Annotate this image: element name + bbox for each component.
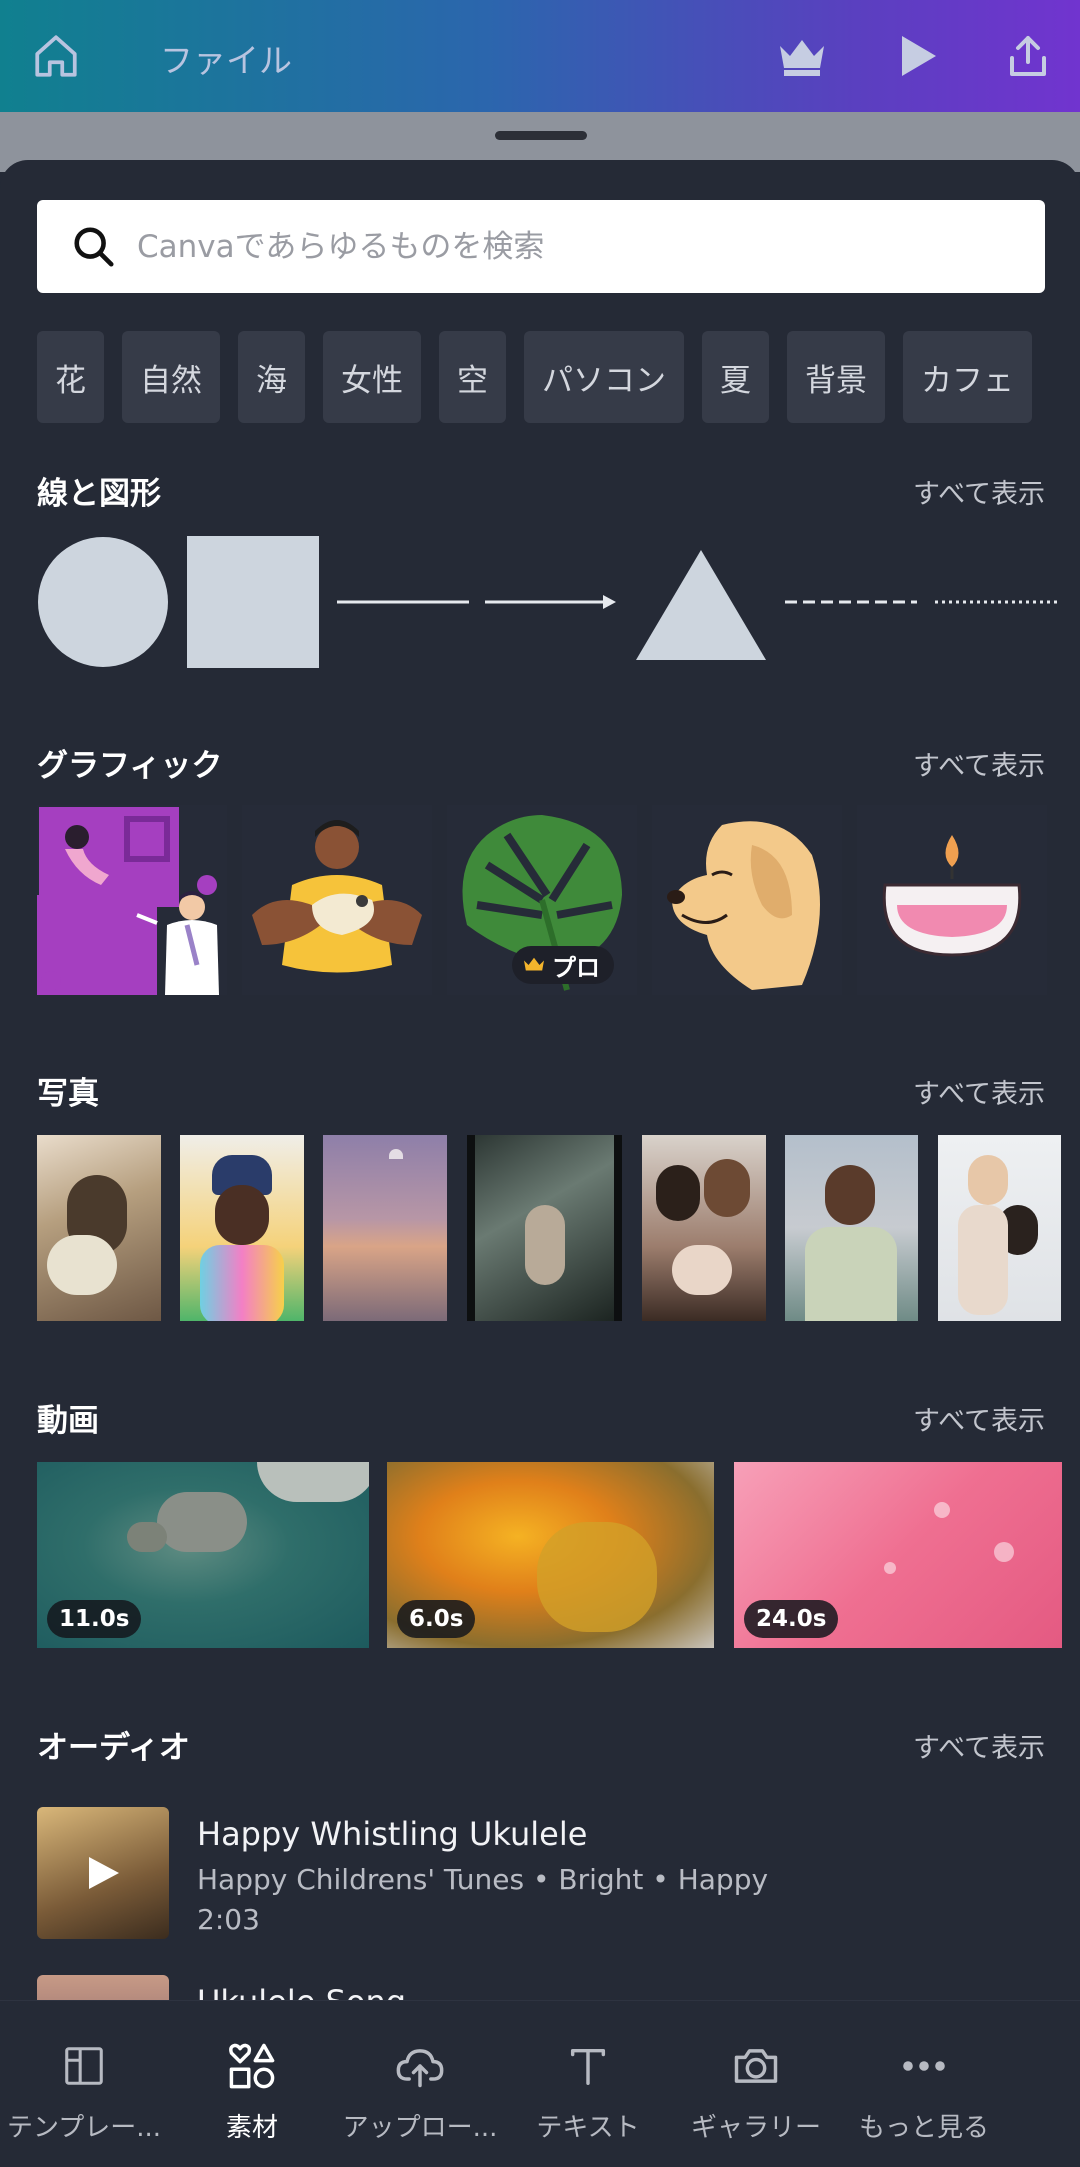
search-input[interactable] xyxy=(137,200,1017,293)
suggestion-chips: 花 自然 海 女性 空 パソコン 夏 背景 カフェ xyxy=(37,331,1032,423)
chip-background[interactable]: 背景 xyxy=(787,331,885,423)
section-title-videos: 動画 xyxy=(37,1403,99,1439)
top-bar: ファイル xyxy=(0,0,1080,112)
photo-mothers-baby[interactable] xyxy=(642,1135,766,1321)
elements-panel: 花 自然 海 女性 空 パソコン 夏 背景 カフェ 線と図形 すべて表示 グラフ… xyxy=(0,160,1080,2020)
nav-uploads[interactable]: アップロー... xyxy=(336,2001,504,2167)
chip-summer[interactable]: 夏 xyxy=(702,331,769,423)
crown-icon[interactable] xyxy=(774,28,830,84)
more-icon xyxy=(897,2039,951,2093)
graphic-couple-toast[interactable] xyxy=(37,805,227,995)
nav-label: テキスト xyxy=(536,2113,640,2143)
search-icon xyxy=(74,227,114,267)
video-duration: 24.0s xyxy=(744,1600,839,1638)
track-thumbnail[interactable] xyxy=(37,1807,169,1939)
track-meta: Happy Childrens' Tunes • Bright • Happy xyxy=(197,1863,769,1896)
drag-handle[interactable] xyxy=(495,131,587,140)
shapes-row xyxy=(37,536,1080,668)
see-all-audio[interactable]: すべて表示 xyxy=(913,1726,1045,1765)
chip-computer[interactable]: パソコン xyxy=(524,331,684,423)
nav-gallery[interactable]: ギャラリー xyxy=(672,2001,840,2167)
photo-smiling-woman[interactable] xyxy=(180,1135,304,1321)
nav-elements[interactable]: 素材 xyxy=(168,2001,336,2167)
triangle-shape[interactable] xyxy=(635,536,767,668)
crown-icon xyxy=(524,957,544,971)
chip-sky[interactable]: 空 xyxy=(439,331,506,423)
video-duration: 11.0s xyxy=(47,1600,142,1638)
nav-more[interactable]: もっと見る xyxy=(840,2001,1008,2167)
chip-nature[interactable]: 自然 xyxy=(122,331,220,423)
photo-beach-sunset[interactable] xyxy=(323,1135,447,1321)
track-title: Happy Whistling Ukulele xyxy=(197,1815,588,1853)
play-icon[interactable] xyxy=(890,28,946,84)
nav-templates[interactable]: テンプレー... xyxy=(0,2001,168,2167)
track-duration: 2:03 xyxy=(197,1903,260,1936)
nav-label: 素材 xyxy=(225,2113,278,2143)
see-all-shapes[interactable]: すべて表示 xyxy=(913,472,1045,511)
nav-label: テンプレー... xyxy=(6,2113,161,2143)
chip-sea[interactable]: 海 xyxy=(238,331,305,423)
elements-icon xyxy=(225,2039,279,2093)
nav-label: アップロー... xyxy=(342,2113,498,2143)
upload-icon xyxy=(393,2039,447,2093)
nav-label: ギャラリー xyxy=(690,2113,821,2143)
video-duration: 6.0s xyxy=(397,1600,476,1638)
audio-track[interactable]: Happy Whistling Ukulele Happy Childrens'… xyxy=(37,1807,1047,1939)
graphic-candle[interactable] xyxy=(857,805,1047,995)
search-bar[interactable] xyxy=(37,200,1045,293)
dotted-line-shape[interactable] xyxy=(935,536,1067,668)
section-title-audio: オーディオ xyxy=(37,1730,190,1766)
photo-woman-flowers[interactable] xyxy=(37,1135,161,1321)
photo-couple-hug[interactable] xyxy=(938,1135,1061,1321)
chip-flower[interactable]: 花 xyxy=(37,331,104,423)
section-title-shapes: 線と図形 xyxy=(37,476,161,512)
video-pink-petal-drops[interactable]: 24.0s xyxy=(734,1462,1062,1648)
nav-label: もっと見る xyxy=(858,2113,989,2143)
graphic-man-with-cat[interactable] xyxy=(242,805,432,995)
pro-badge: プロ xyxy=(512,946,614,984)
photo-smiling-man[interactable] xyxy=(785,1135,918,1321)
video-coastline[interactable]: 11.0s xyxy=(37,1462,369,1648)
video-yellow-ink[interactable]: 6.0s xyxy=(387,1462,714,1648)
see-all-videos[interactable]: すべて表示 xyxy=(913,1399,1045,1438)
template-icon xyxy=(57,2039,111,2093)
chip-woman[interactable]: 女性 xyxy=(323,331,421,423)
nav-text[interactable]: テキスト xyxy=(504,2001,672,2167)
section-title-graphics: グラフィック xyxy=(37,748,223,784)
play-icon[interactable] xyxy=(83,1853,123,1893)
circle-shape[interactable] xyxy=(37,536,169,668)
dashed-line-shape[interactable] xyxy=(785,536,917,668)
camera-icon xyxy=(729,2039,783,2093)
text-icon xyxy=(561,2039,615,2093)
see-all-graphics[interactable]: すべて表示 xyxy=(913,744,1045,783)
arrow-line-shape[interactable] xyxy=(485,536,617,668)
bottom-nav: テンプレー... 素材 アップロー... テキスト ギャラリー もっと見る xyxy=(0,2000,1080,2167)
chip-cafe[interactable]: カフェ xyxy=(903,331,1032,423)
square-shape[interactable] xyxy=(187,536,319,668)
section-title-photos: 写真 xyxy=(37,1076,99,1112)
file-menu[interactable]: ファイル xyxy=(160,34,292,82)
graphic-golden-retriever[interactable] xyxy=(652,805,842,995)
line-shape[interactable] xyxy=(337,536,469,668)
see-all-photos[interactable]: すべて表示 xyxy=(913,1072,1045,1111)
home-icon[interactable] xyxy=(28,28,84,84)
photo-hand-film[interactable] xyxy=(467,1135,622,1321)
share-icon[interactable] xyxy=(1000,28,1056,84)
pro-label: プロ xyxy=(552,953,600,982)
